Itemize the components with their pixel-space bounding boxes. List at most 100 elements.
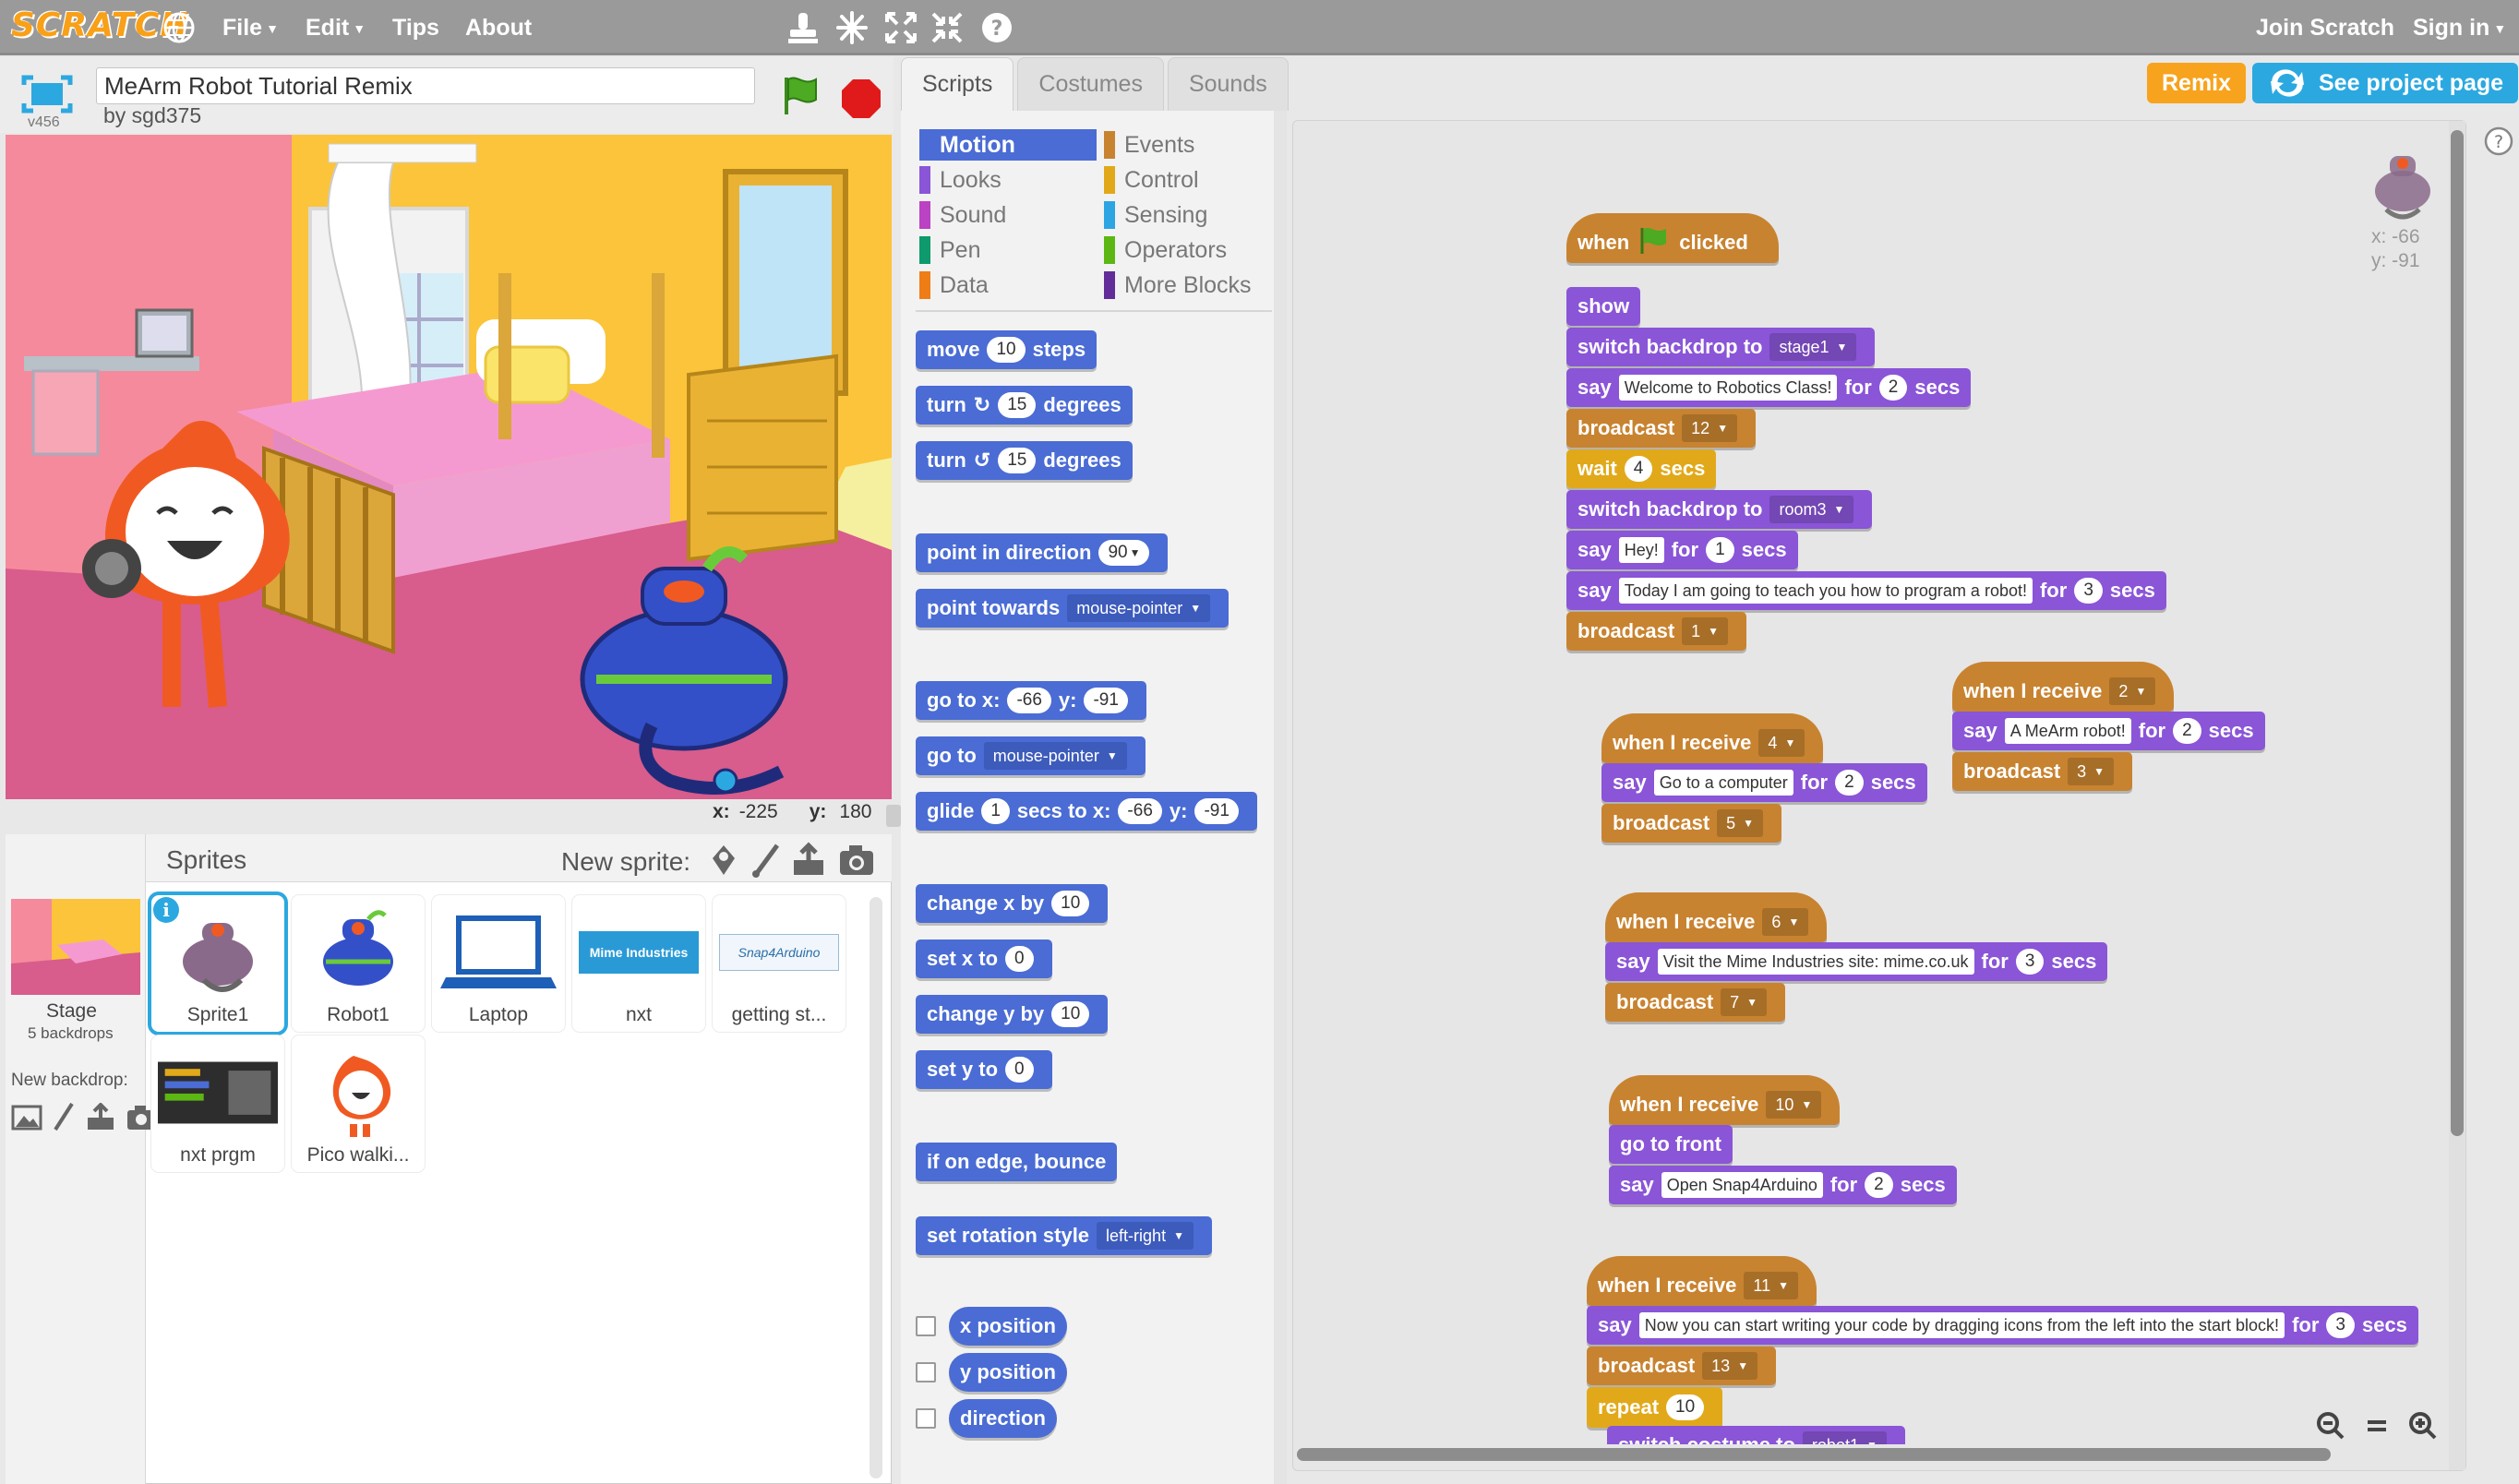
message-dropdown[interactable]: 13 ▼: [1702, 1352, 1758, 1380]
show-block[interactable]: show: [1566, 287, 1641, 326]
x-input[interactable]: -66: [1007, 688, 1051, 713]
category-events[interactable]: Events: [1104, 129, 1281, 161]
stage-thumbnail[interactable]: [11, 899, 140, 995]
say-text-input[interactable]: Today I am going to teach you how to pro…: [1618, 578, 2033, 604]
broadcast-block[interactable]: broadcast 13 ▼: [1587, 1346, 1777, 1385]
sprite-tile-pico-walking[interactable]: Pico walki...: [292, 1035, 425, 1172]
palette-scrollbar[interactable]: [1274, 111, 1287, 1484]
rotation-style-block[interactable]: set rotation style left-right ▼: [916, 1216, 1212, 1255]
secs-input[interactable]: 2: [1878, 375, 1908, 401]
change-y-block[interactable]: change y by 10: [916, 995, 1109, 1034]
shrink-arrows-icon[interactable]: [930, 11, 964, 49]
x-position-checkbox[interactable]: [916, 1316, 936, 1336]
go-to-block[interactable]: go to mouse-pointer ▼: [916, 736, 1146, 775]
turn-right-block[interactable]: turn ↻ 15 degrees: [916, 386, 1133, 425]
language-globe-icon[interactable]: [162, 11, 196, 44]
category-control[interactable]: Control: [1104, 164, 1281, 196]
y-input[interactable]: -91: [1194, 798, 1239, 824]
bounce-block[interactable]: if on edge, bounce: [916, 1143, 1118, 1181]
say-text-input[interactable]: A MeArm robot!: [2004, 718, 2131, 744]
project-title-input[interactable]: [96, 67, 755, 104]
zoom-in-icon[interactable]: [2408, 1411, 2438, 1441]
tips-menu[interactable]: Tips: [392, 15, 439, 42]
message-dropdown[interactable]: 2 ▼: [2109, 677, 2156, 705]
broadcast-block[interactable]: broadcast 1 ▼: [1566, 612, 1747, 651]
help-icon[interactable]: ?: [980, 11, 1014, 49]
message-dropdown[interactable]: 4 ▼: [1758, 729, 1805, 757]
steps-input[interactable]: 10: [987, 337, 1026, 363]
set-y-block[interactable]: set y to 0: [916, 1050, 1052, 1089]
grow-arrows-icon[interactable]: [884, 11, 918, 49]
set-x-block[interactable]: set x to 0: [916, 939, 1052, 978]
x-position-reporter[interactable]: x position: [949, 1307, 1067, 1346]
when-i-receive-hat[interactable]: when I receive 11 ▼: [1587, 1256, 1817, 1306]
when-i-receive-hat[interactable]: when I receive 10 ▼: [1609, 1075, 1841, 1125]
direction-input[interactable]: 90 ▼: [1098, 540, 1150, 566]
direction-checkbox[interactable]: [916, 1408, 936, 1429]
y-position-checkbox[interactable]: [916, 1362, 936, 1382]
say-for-secs-block[interactable]: say Now you can start writing your code b…: [1587, 1306, 2418, 1345]
green-flag-icon[interactable]: [777, 74, 822, 123]
point-in-direction-block[interactable]: point in direction 90 ▼: [916, 533, 1169, 572]
see-project-page-button[interactable]: See project page: [2252, 63, 2519, 103]
turn-left-block[interactable]: turn ↺ 15 degrees: [916, 441, 1133, 480]
x-input[interactable]: -66: [1118, 798, 1162, 824]
secs-input[interactable]: 1: [1706, 537, 1734, 563]
category-motion[interactable]: Motion: [919, 129, 1097, 161]
script-area[interactable]: x: -66 y: -91 when clicked show switch ba…: [1292, 120, 2466, 1471]
secs-input[interactable]: 3: [2326, 1312, 2355, 1338]
message-dropdown[interactable]: 5 ▼: [1717, 809, 1764, 837]
category-operators[interactable]: Operators: [1104, 234, 1281, 266]
zoom-reset-icon[interactable]: [2364, 1413, 2390, 1439]
edit-menu[interactable]: Edit ▼: [306, 15, 366, 42]
category-sound[interactable]: Sound: [919, 199, 1097, 231]
point-towards-block[interactable]: point towards mouse-pointer ▼: [916, 589, 1230, 628]
when-i-receive-hat[interactable]: when I receive 4 ▼: [1601, 713, 1824, 763]
zoom-out-icon[interactable]: [2316, 1411, 2345, 1441]
camera-icon[interactable]: [838, 844, 875, 881]
change-y-input[interactable]: 10: [1051, 1001, 1090, 1027]
say-for-secs-block[interactable]: say Visit the Mime Industries site: mime.…: [1605, 942, 2108, 981]
wait-input[interactable]: 4: [1624, 456, 1653, 482]
set-x-input[interactable]: 0: [1005, 946, 1034, 972]
backdrop-dropdown[interactable]: room3 ▼: [1769, 496, 1854, 523]
towards-dropdown[interactable]: mouse-pointer ▼: [1067, 594, 1211, 622]
say-for-secs-block[interactable]: say Welcome to Robotics Class! for 2 secs: [1566, 368, 1972, 407]
stop-sign-icon[interactable]: [840, 78, 882, 125]
wait-secs-block[interactable]: wait 4 secs: [1566, 449, 1717, 488]
when-i-receive-hat[interactable]: when I receive 2 ▼: [1952, 662, 2175, 712]
message-dropdown[interactable]: 3 ▼: [2068, 758, 2115, 785]
switch-costume-block[interactable]: switch costume to robot1 ▼: [1607, 1426, 1905, 1444]
change-x-input[interactable]: 10: [1051, 891, 1090, 916]
costume-dropdown[interactable]: robot1 ▼: [1802, 1431, 1887, 1444]
file-menu[interactable]: File ▼: [222, 15, 279, 42]
paint-brush-icon[interactable]: [750, 842, 783, 883]
secs-input[interactable]: 2: [1835, 770, 1864, 796]
go-to-xy-block[interactable]: go to x: -66 y: -91: [916, 681, 1146, 720]
message-dropdown[interactable]: 10 ▼: [1766, 1091, 1822, 1119]
sprite-tile-laptop[interactable]: Laptop: [432, 895, 565, 1032]
tab-costumes[interactable]: Costumes: [1017, 57, 1164, 111]
duplicate-stamp-icon[interactable]: [786, 9, 820, 54]
rotation-style-dropdown[interactable]: left-right ▼: [1097, 1222, 1194, 1250]
set-y-input[interactable]: 0: [1005, 1057, 1034, 1083]
glide-block[interactable]: glide 1 secs to x: -66 y: -91: [916, 792, 1257, 831]
stage-collapse-handle[interactable]: [886, 805, 901, 827]
secs-input[interactable]: 3: [2074, 578, 2103, 604]
message-dropdown[interactable]: 11 ▼: [1744, 1272, 1798, 1299]
upload-backdrop-icon[interactable]: [85, 1103, 116, 1132]
repeat-count-input[interactable]: 10: [1666, 1394, 1705, 1420]
say-text-input[interactable]: Hey!: [1618, 537, 1664, 563]
broadcast-block[interactable]: broadcast 5 ▼: [1601, 804, 1782, 843]
message-dropdown[interactable]: 1 ▼: [1682, 617, 1729, 645]
say-text-input[interactable]: Welcome to Robotics Class!: [1618, 375, 1838, 401]
secs-input[interactable]: 1: [981, 798, 1010, 824]
info-icon[interactable]: i: [153, 897, 179, 923]
degrees-input[interactable]: 15: [998, 392, 1037, 418]
say-for-secs-block[interactable]: say Open Snap4Arduino for 2 secs: [1609, 1166, 1957, 1204]
move-steps-block[interactable]: move 10 steps: [916, 330, 1098, 369]
about-menu[interactable]: About: [465, 15, 532, 42]
say-for-secs-block[interactable]: say A MeArm robot! for 2 secs: [1952, 712, 2265, 750]
backdrop-library-icon[interactable]: [11, 1104, 42, 1131]
say-text-input[interactable]: Now you can start writing your code by d…: [1638, 1312, 2285, 1338]
